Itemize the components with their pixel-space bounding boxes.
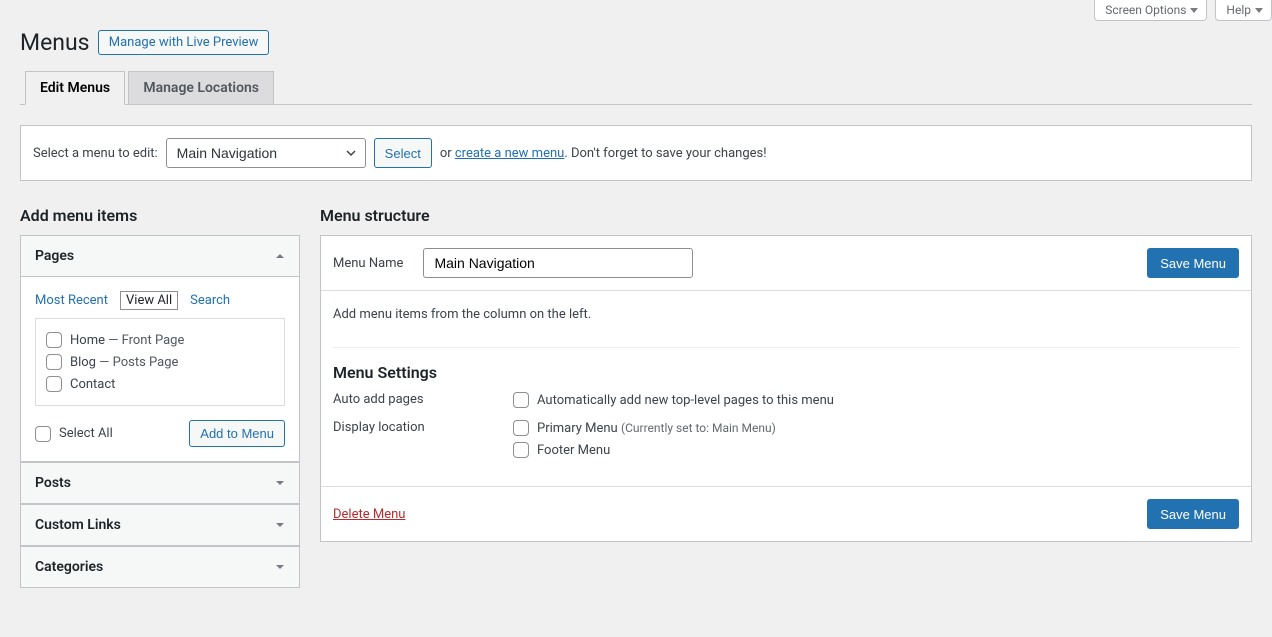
screen-options-tab[interactable]: Screen Options bbox=[1094, 0, 1207, 21]
add-to-menu-button[interactable]: Add to Menu bbox=[189, 420, 285, 447]
location-primary-label[interactable]: Primary Menu (Currently set to: Main Men… bbox=[513, 420, 776, 436]
tab-edit-menus[interactable]: Edit Menus bbox=[25, 71, 125, 105]
auto-add-pages-label: Auto add pages bbox=[333, 392, 513, 407]
accordion-header-pages[interactable]: Pages bbox=[21, 236, 299, 277]
select-prompt: Select a menu to edit: bbox=[33, 146, 158, 161]
caret-down-icon bbox=[275, 520, 285, 530]
accordion-header-posts[interactable]: Posts bbox=[21, 462, 299, 504]
menu-structure-heading: Menu structure bbox=[320, 206, 1252, 225]
location-primary-checkbox[interactable] bbox=[513, 420, 529, 436]
display-location-label: Display location bbox=[333, 420, 513, 435]
page-suffix: — Posts Page bbox=[96, 355, 178, 370]
subtab-search[interactable]: Search bbox=[190, 293, 230, 308]
nav-tab-wrapper: Edit Menus Manage Locations bbox=[20, 71, 1252, 105]
save-hint: . Don't forget to save your changes! bbox=[564, 146, 766, 161]
list-item: Home — Front Page bbox=[46, 329, 274, 351]
menu-name-input[interactable] bbox=[423, 248, 693, 278]
auto-add-checkbox-label[interactable]: Automatically add new top-level pages to… bbox=[513, 392, 834, 408]
select-all-label[interactable]: Select All bbox=[35, 426, 113, 442]
page-checkbox[interactable] bbox=[46, 376, 62, 392]
save-menu-button-top[interactable]: Save Menu bbox=[1147, 248, 1239, 278]
accordion-header-categories[interactable]: Categories bbox=[21, 546, 299, 587]
save-menu-button-bottom[interactable]: Save Menu bbox=[1147, 499, 1239, 529]
page-title: Menus bbox=[20, 29, 90, 56]
caret-down-icon bbox=[1255, 8, 1263, 13]
accordion-title-categories: Categories bbox=[35, 559, 103, 575]
caret-down-icon bbox=[275, 478, 285, 488]
page-title: Blog bbox=[70, 355, 96, 370]
add-items-heading: Add menu items bbox=[20, 206, 300, 225]
help-label: Help bbox=[1226, 3, 1251, 17]
screen-options-label: Screen Options bbox=[1105, 3, 1186, 17]
accordion-title-pages: Pages bbox=[35, 248, 74, 264]
location-footer-label[interactable]: Footer Menu bbox=[513, 442, 776, 458]
caret-up-icon bbox=[275, 251, 285, 261]
tab-manage-locations[interactable]: Manage Locations bbox=[128, 71, 274, 105]
list-item: Contact bbox=[46, 373, 274, 395]
menu-select-dropdown[interactable]: Main Navigation bbox=[166, 138, 366, 168]
create-new-menu-link[interactable]: create a new menu bbox=[455, 146, 564, 161]
empty-structure-hint: Add menu items from the column on the le… bbox=[333, 307, 1239, 322]
accordion-body-pages: Most Recent View All Search Home — Front… bbox=[21, 277, 299, 462]
menu-name-label: Menu Name bbox=[333, 256, 403, 271]
page-checkbox[interactable] bbox=[46, 354, 62, 370]
help-tab[interactable]: Help bbox=[1215, 0, 1272, 21]
page-suffix: — Front Page bbox=[105, 333, 184, 348]
list-item: Blog — Posts Page bbox=[46, 351, 274, 373]
caret-down-icon bbox=[275, 562, 285, 572]
accordion-header-custom-links[interactable]: Custom Links bbox=[21, 504, 299, 546]
accordion: Pages Most Recent View All Search Home —… bbox=[20, 235, 300, 588]
auto-add-checkbox[interactable] bbox=[513, 392, 529, 408]
accordion-title-custom-links: Custom Links bbox=[35, 517, 121, 533]
subtab-view-all[interactable]: View All bbox=[120, 291, 178, 310]
menu-settings-heading: Menu Settings bbox=[333, 363, 1239, 382]
location-footer-checkbox[interactable] bbox=[513, 442, 529, 458]
live-preview-button[interactable]: Manage with Live Preview bbox=[98, 30, 270, 55]
accordion-title-posts: Posts bbox=[35, 475, 71, 491]
location-primary-hint: (Currently set to: Main Menu) bbox=[621, 421, 776, 435]
menu-edit-panel: Menu Name Save Menu Add menu items from … bbox=[320, 235, 1252, 542]
page-checkbox[interactable] bbox=[46, 332, 62, 348]
page-list: Home — Front Page Blog — Posts Page Cont… bbox=[35, 318, 285, 406]
page-title: Contact bbox=[70, 377, 115, 392]
or-text: or bbox=[440, 146, 452, 161]
select-button[interactable]: Select bbox=[374, 138, 432, 168]
select-all-checkbox[interactable] bbox=[35, 426, 51, 442]
caret-down-icon bbox=[1190, 8, 1198, 13]
subtab-most-recent[interactable]: Most Recent bbox=[35, 293, 108, 308]
delete-menu-link[interactable]: Delete Menu bbox=[333, 507, 405, 522]
page-title: Home bbox=[70, 333, 105, 348]
menu-select-bar: Select a menu to edit: Main Navigation S… bbox=[20, 125, 1252, 181]
